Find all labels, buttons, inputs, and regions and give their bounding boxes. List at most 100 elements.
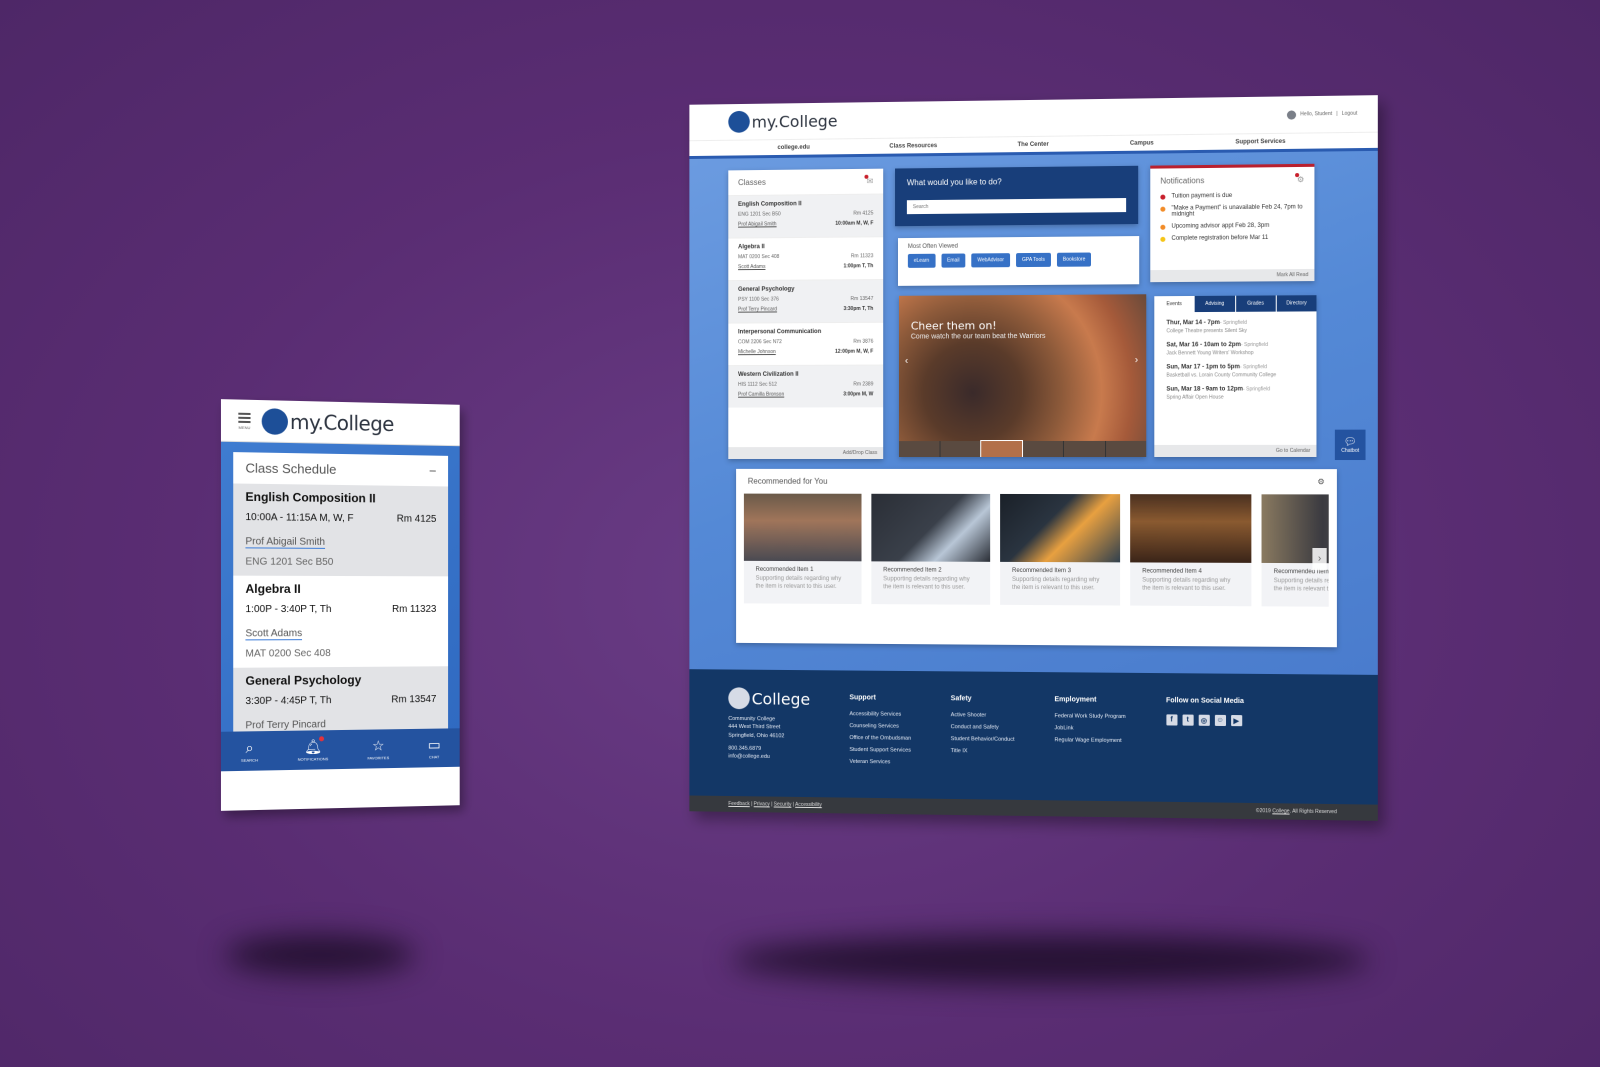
add-drop-class-link[interactable]: Add/Drop Class bbox=[728, 447, 884, 459]
footer-link[interactable]: Office of the Ombudsman bbox=[849, 735, 911, 742]
nav-support-services[interactable]: Support Services bbox=[1235, 138, 1285, 145]
professor-link[interactable]: Prof Abigail Smith bbox=[245, 536, 325, 549]
footer-link[interactable]: JobLink bbox=[1054, 725, 1125, 732]
class-item[interactable]: English Composition II 10:00A - 11:15A M,… bbox=[233, 483, 449, 577]
class-time: 1:00pm T, Th bbox=[843, 263, 874, 270]
class-item[interactable]: Western Civilization II HIS 1112 Sec 512 R… bbox=[728, 364, 884, 408]
bookstore-button[interactable]: Bookstore bbox=[1056, 252, 1092, 267]
recommended-item[interactable]: Recommended Item 4 Supporting details reg… bbox=[1130, 494, 1252, 607]
mark-all-read-link[interactable]: Mark All Read bbox=[1150, 268, 1315, 283]
carousel-next-icon[interactable]: › bbox=[1135, 355, 1138, 366]
recommended-item[interactable]: Recommended Item 1 Supporting details reg… bbox=[743, 493, 862, 604]
accessibility-link[interactable]: Accessibility bbox=[795, 802, 822, 808]
footer-link[interactable]: Student Behavior/Conduct bbox=[951, 736, 1015, 743]
chat-bubble-icon: 💬︎ bbox=[1343, 436, 1357, 448]
bottom-nav: ⌕ SEARCH 🔔︎ NOTIFICATIONS ☆ FAVORITES ▭ … bbox=[220, 728, 460, 772]
class-code: ENG 1201 Sec B50 bbox=[245, 556, 334, 568]
copyright-prefix: ©2019 bbox=[1255, 808, 1273, 815]
professor-link[interactable]: Prof Abigail Smith bbox=[738, 221, 777, 227]
professor-link[interactable]: Prof Terry Pincard bbox=[738, 306, 777, 312]
footer-link[interactable]: Student Support Services bbox=[849, 747, 911, 754]
nav-college-edu[interactable]: college.edu bbox=[778, 144, 810, 150]
event-item[interactable]: Sun, Mar 18 - 9am to 12pm- Springfield Sp… bbox=[1154, 382, 1316, 405]
carousel-prev-icon[interactable]: ‹ bbox=[905, 355, 908, 366]
footer-link[interactable]: Veteran Services bbox=[849, 759, 911, 766]
facebook-icon[interactable]: f bbox=[1166, 714, 1178, 726]
chatbot-button[interactable]: 💬︎ Chatbot bbox=[1334, 429, 1366, 461]
carousel-thumb[interactable] bbox=[1105, 440, 1147, 457]
footer-link[interactable]: Counseling Services bbox=[849, 723, 911, 730]
notification-item[interactable]: Complete registration before Mar 11 bbox=[1160, 235, 1304, 242]
tab-advising[interactable]: Advising bbox=[1194, 295, 1235, 313]
class-item[interactable]: Algebra II 1:00P - 3:40P T, Th Rm 11323 Sco… bbox=[233, 576, 448, 668]
gear-icon[interactable]: ⚙ bbox=[1317, 477, 1324, 486]
nav-notifications[interactable]: 🔔︎ NOTIFICATIONS bbox=[298, 736, 328, 762]
footer-link[interactable]: Conduct and Safety bbox=[951, 724, 1015, 731]
logo[interactable]: my.College bbox=[261, 407, 394, 437]
search-input[interactable] bbox=[906, 198, 1127, 215]
instagram-icon[interactable]: ◎ bbox=[1198, 714, 1210, 726]
notification-item[interactable]: Upcoming advisor appt Feb 28, 3pm bbox=[1160, 223, 1304, 230]
class-item[interactable]: Algebra II MAT 0200 Sec 408 Rm 11323 Scott … bbox=[728, 236, 884, 281]
most-viewed-panel: Most Often Viewed eLearn Email WebAdviso… bbox=[897, 236, 1140, 286]
status-dot-icon bbox=[1160, 236, 1166, 242]
webadvisor-button[interactable]: WebAdvisor bbox=[971, 253, 1011, 268]
menu-button[interactable]: MENU bbox=[235, 411, 253, 431]
email-link[interactable]: info@college.edu bbox=[728, 753, 810, 762]
professor-link[interactable]: Michelle Johnson bbox=[738, 349, 776, 355]
carousel-thumb[interactable] bbox=[1022, 440, 1063, 458]
privacy-link[interactable]: Privacy bbox=[754, 801, 770, 807]
nav-class-resources[interactable]: Class Resources bbox=[889, 143, 937, 150]
collapse-button[interactable]: − bbox=[429, 463, 436, 478]
nav-search[interactable]: ⌕ SEARCH bbox=[241, 739, 258, 762]
carousel-thumb-active[interactable] bbox=[980, 440, 1023, 458]
elearn-button[interactable]: eLearn bbox=[907, 253, 936, 268]
notification-item[interactable]: "Make a Payment" is unavailable Feb 24, … bbox=[1160, 204, 1304, 218]
notification-settings-icon[interactable]: ⚙ bbox=[1294, 173, 1304, 184]
class-item[interactable]: Interpersonal Communication COM 2206 Sec … bbox=[728, 321, 884, 366]
class-item[interactable]: English Composition II ENG 1201 Sec B50 Rm… bbox=[728, 193, 884, 238]
mobile-header: MENU my.College bbox=[220, 399, 460, 447]
tab-grades[interactable]: Grades bbox=[1235, 295, 1276, 312]
tab-directory[interactable]: Directory bbox=[1276, 295, 1317, 312]
footer-link[interactable]: Active Shooter bbox=[951, 712, 1015, 719]
logout-link[interactable]: Logout bbox=[1342, 111, 1358, 117]
footer-link[interactable]: Accessibility Services bbox=[849, 711, 911, 718]
professor-link[interactable]: Prof Camilla Bronson bbox=[738, 392, 784, 398]
footer-logo[interactable]: College bbox=[728, 687, 810, 710]
gpa-tools-button[interactable]: GPA Tools bbox=[1016, 252, 1051, 268]
footer-link[interactable]: Title IX bbox=[951, 748, 1015, 755]
email-button[interactable]: Email bbox=[941, 253, 966, 268]
professor-link[interactable]: Scott Adams bbox=[245, 628, 303, 641]
envelope-icon[interactable]: ✉ bbox=[864, 174, 873, 186]
event-item[interactable]: Sun, Mar 17 - 1pm to 5pm- Springfield Bas… bbox=[1154, 360, 1316, 383]
footer-link[interactable]: Federal Work Study Program bbox=[1054, 713, 1125, 720]
nav-favorites[interactable]: ☆ FAVORITES bbox=[367, 737, 389, 760]
event-item[interactable]: Sat, Mar 16 - 10am to 2pm- Springfield Ja… bbox=[1154, 338, 1316, 361]
carousel-thumb[interactable] bbox=[1063, 440, 1105, 457]
security-link[interactable]: Security bbox=[774, 802, 792, 808]
recommended-image bbox=[1000, 493, 1121, 563]
snapchat-icon[interactable]: ☺ bbox=[1214, 714, 1226, 727]
college-link[interactable]: College bbox=[1272, 808, 1289, 814]
class-code: COM 2206 Sec N72 bbox=[738, 339, 782, 346]
carousel-thumb[interactable] bbox=[898, 441, 940, 458]
go-to-calendar-link[interactable]: Go to Calendar bbox=[1154, 444, 1317, 457]
tab-events[interactable]: Events bbox=[1154, 295, 1194, 313]
feedback-link[interactable]: Feedback bbox=[728, 801, 749, 807]
nav-the-center[interactable]: The Center bbox=[1018, 141, 1049, 147]
recommended-next-icon[interactable]: › bbox=[1312, 547, 1327, 571]
twitter-icon[interactable]: t bbox=[1182, 714, 1194, 726]
youtube-icon[interactable]: ▶ bbox=[1230, 714, 1242, 727]
class-item[interactable]: General Psychology PSY 1100 Sec 376 Rm 135… bbox=[728, 279, 884, 323]
notification-item[interactable]: Tuition payment is due bbox=[1160, 192, 1304, 200]
nav-campus[interactable]: Campus bbox=[1130, 140, 1154, 146]
event-item[interactable]: Thur, Mar 14 - 7pm- Springfield College T… bbox=[1154, 315, 1316, 338]
carousel-thumb[interactable] bbox=[940, 441, 981, 458]
footer-link[interactable]: Regular Wage Employment bbox=[1054, 737, 1125, 744]
logo[interactable]: my.College bbox=[728, 110, 837, 133]
recommended-item[interactable]: Recommended Item 2 Supporting details reg… bbox=[871, 493, 991, 605]
recommended-item[interactable]: Recommended Item 3 Supporting details reg… bbox=[1000, 493, 1121, 606]
professor-link[interactable]: Scott Adams bbox=[738, 264, 765, 270]
nav-chat[interactable]: ▭ CHAT bbox=[428, 736, 441, 759]
